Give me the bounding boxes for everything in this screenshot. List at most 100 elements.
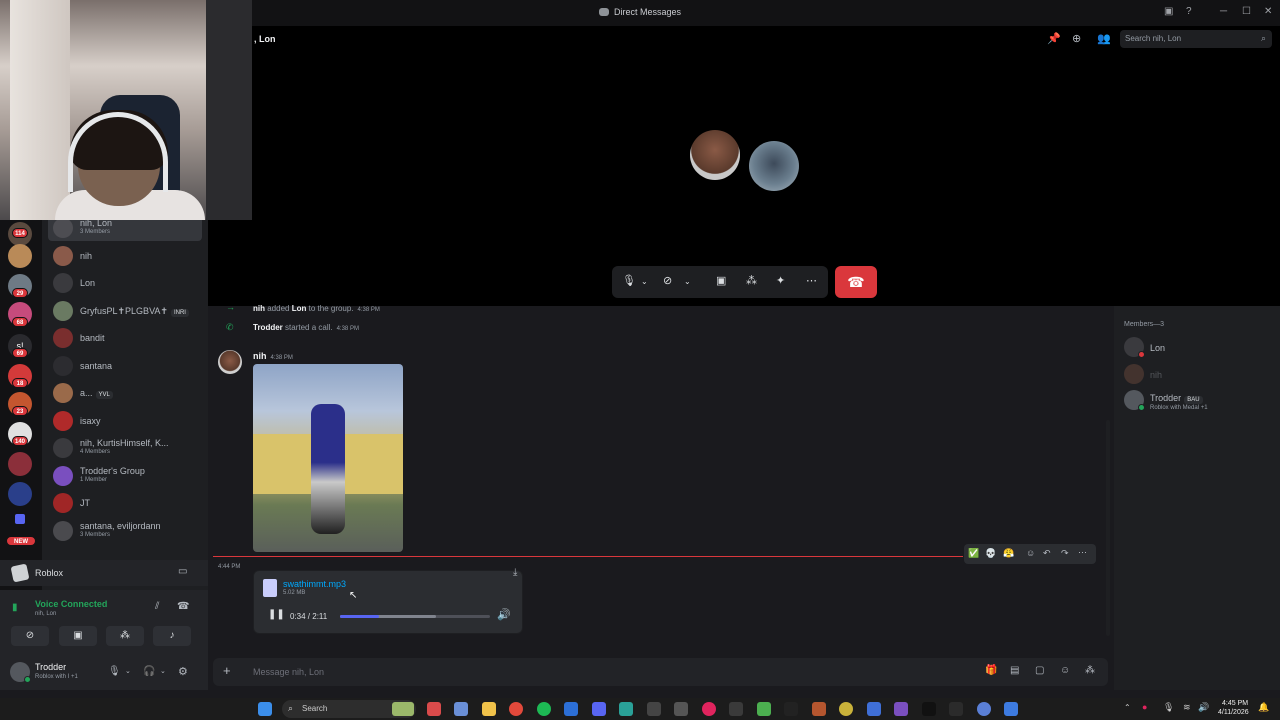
minecraft-icon[interactable] <box>757 702 771 716</box>
reply-icon[interactable]: ↶ <box>1043 548 1051 559</box>
message-input[interactable]: + Message nih, Lon 🎁 ▤ ▢ ☺ ⁂ <box>213 658 1108 686</box>
participant-avatar[interactable] <box>690 130 740 180</box>
discord-taskbar-icon[interactable] <box>592 702 606 716</box>
chrome-icon[interactable] <box>509 702 523 716</box>
pin-icon[interactable]: 📌 <box>1047 32 1061 45</box>
audio-progress[interactable] <box>340 615 490 618</box>
camera-off-button[interactable]: ⊘ <box>11 626 49 646</box>
help-icon[interactable]: ? <box>1186 6 1192 17</box>
windows-start-icon[interactable] <box>258 702 272 716</box>
download-icon[interactable]: ⤓ <box>513 567 517 578</box>
search-input[interactable]: Search nih, Lon ⌕ <box>1120 30 1272 48</box>
activities-button[interactable]: ⁂ <box>106 626 144 646</box>
forward-icon[interactable]: ↷ <box>1061 548 1069 559</box>
participant-avatar[interactable] <box>749 141 799 191</box>
add-friends-icon[interactable]: ⊕ <box>1072 32 1081 45</box>
gear-icon[interactable]: ⚙ <box>178 665 188 678</box>
notification-icon[interactable]: 🔔 <box>1258 702 1269 713</box>
soundboard-button[interactable]: ♪ <box>153 626 191 646</box>
emoji-icon[interactable]: ☺ <box>1060 665 1070 676</box>
app-icon[interactable] <box>619 702 633 716</box>
spotify-icon[interactable] <box>537 702 551 716</box>
server-icon[interactable] <box>8 452 32 476</box>
dm-item[interactable]: JT <box>48 490 202 516</box>
app-icon[interactable] <box>454 702 468 716</box>
apps-icon[interactable]: ⁂ <box>1085 665 1095 676</box>
chevron-down-icon[interactable]: ⌄ <box>684 277 691 286</box>
avatar[interactable] <box>218 350 242 374</box>
file-name[interactable]: swathimmt.mp3 <box>283 579 346 589</box>
voice-status[interactable]: Voice Connected <box>35 599 107 609</box>
dm-item[interactable]: santana <box>48 353 202 379</box>
gif-icon[interactable]: ▤ <box>1010 665 1019 676</box>
soundboard-icon[interactable]: ✦ <box>776 274 785 287</box>
message-author[interactable]: nih <box>253 351 267 361</box>
dm-item[interactable]: bandit <box>48 325 202 351</box>
app-icon[interactable] <box>564 702 578 716</box>
app-icon[interactable] <box>427 702 441 716</box>
tray-mic-icon[interactable]: 🎙 <box>1163 702 1174 713</box>
hangup-button[interactable]: ☎ <box>835 266 877 298</box>
app-icon[interactable] <box>894 702 908 716</box>
mic-icon[interactable]: 🎙 <box>108 666 121 677</box>
close-button[interactable]: ✕ <box>1264 6 1272 17</box>
gift-icon[interactable]: 🎁 <box>985 665 997 676</box>
app-icon[interactable] <box>812 702 826 716</box>
app-icon[interactable] <box>839 702 853 716</box>
tray-chevron-icon[interactable]: ⌃ <box>1124 703 1131 712</box>
server-icon[interactable] <box>8 244 32 268</box>
chevron-down-icon[interactable]: ⌄ <box>641 277 648 286</box>
wifi-icon[interactable]: ≋ <box>1183 702 1191 713</box>
minimize-button[interactable]: ─ <box>1220 6 1227 17</box>
tray-icon[interactable]: ● <box>1142 702 1147 712</box>
app-icon[interactable] <box>867 702 881 716</box>
inbox-icon[interactable]: ▣ <box>1164 6 1173 17</box>
reaction-skull[interactable]: 💀 <box>985 548 996 559</box>
sticker-icon[interactable]: ▢ <box>1035 665 1044 676</box>
screenshare-button[interactable]: ▣ <box>59 626 97 646</box>
dm-item[interactable]: GryfusPL✝PLGBVA✝ INRI <box>48 298 202 324</box>
file-explorer-icon[interactable] <box>482 702 496 716</box>
mic-icon[interactable]: 🎙 <box>622 274 636 287</box>
activities-icon[interactable]: ⁂ <box>746 274 757 287</box>
disconnect-icon[interactable]: ☎ <box>177 601 189 612</box>
server-icon[interactable] <box>8 482 32 506</box>
app-icon[interactable] <box>674 702 688 716</box>
volume-icon[interactable]: 🔊 <box>1198 702 1209 713</box>
app-icon[interactable] <box>729 702 743 716</box>
app-icon[interactable] <box>922 702 936 716</box>
members-icon[interactable]: 👥 <box>1097 32 1111 45</box>
app-icon[interactable] <box>702 702 716 716</box>
chat-scrollbar[interactable] <box>1106 420 1110 636</box>
noise-suppression-icon[interactable]: ⫽ <box>155 601 159 612</box>
reaction-steam[interactable]: 😤 <box>1003 548 1014 559</box>
image-attachment[interactable] <box>253 364 403 552</box>
more-icon[interactable]: ⋯ <box>1078 547 1087 558</box>
app-icon[interactable] <box>784 702 798 716</box>
pause-icon[interactable]: ❚❚ <box>268 609 285 620</box>
dm-item[interactable]: nih <box>48 243 202 269</box>
reaction-check[interactable]: ✅ <box>968 548 979 559</box>
app-icon[interactable] <box>647 702 661 716</box>
app-icon[interactable] <box>949 702 963 716</box>
chevron-down-icon[interactable]: ⌄ <box>160 667 166 675</box>
dm-item[interactable]: Trodder's Group 1 Member <box>48 463 202 489</box>
dm-item[interactable]: isaxy <box>48 408 202 434</box>
maximize-button[interactable]: ☐ <box>1242 6 1251 17</box>
headset-icon[interactable]: 🎧 <box>143 666 155 677</box>
dm-item[interactable]: santana, eviljordann 3 Members <box>48 518 202 544</box>
app-icon[interactable] <box>977 702 991 716</box>
dm-item[interactable]: a... YVL <box>48 380 202 406</box>
clock-date[interactable]: 4/11/2026 <box>1218 709 1249 716</box>
dm-item[interactable]: nih, KurtisHimself, K... 4 Members <box>48 435 202 461</box>
folder-icon[interactable] <box>15 514 25 524</box>
add-attachment-icon[interactable]: + <box>223 663 231 678</box>
stream-icon[interactable]: ▭ <box>178 566 187 577</box>
clock-time[interactable]: 4:45 PM <box>1222 700 1248 707</box>
app-icon[interactable] <box>1004 702 1018 716</box>
add-reaction-icon[interactable]: ☺ <box>1026 548 1035 558</box>
more-icon[interactable]: ⋯ <box>806 274 817 287</box>
chevron-down-icon[interactable]: ⌄ <box>125 667 131 675</box>
dm-item[interactable]: Lon <box>48 270 202 296</box>
widget-icon[interactable] <box>392 702 414 716</box>
